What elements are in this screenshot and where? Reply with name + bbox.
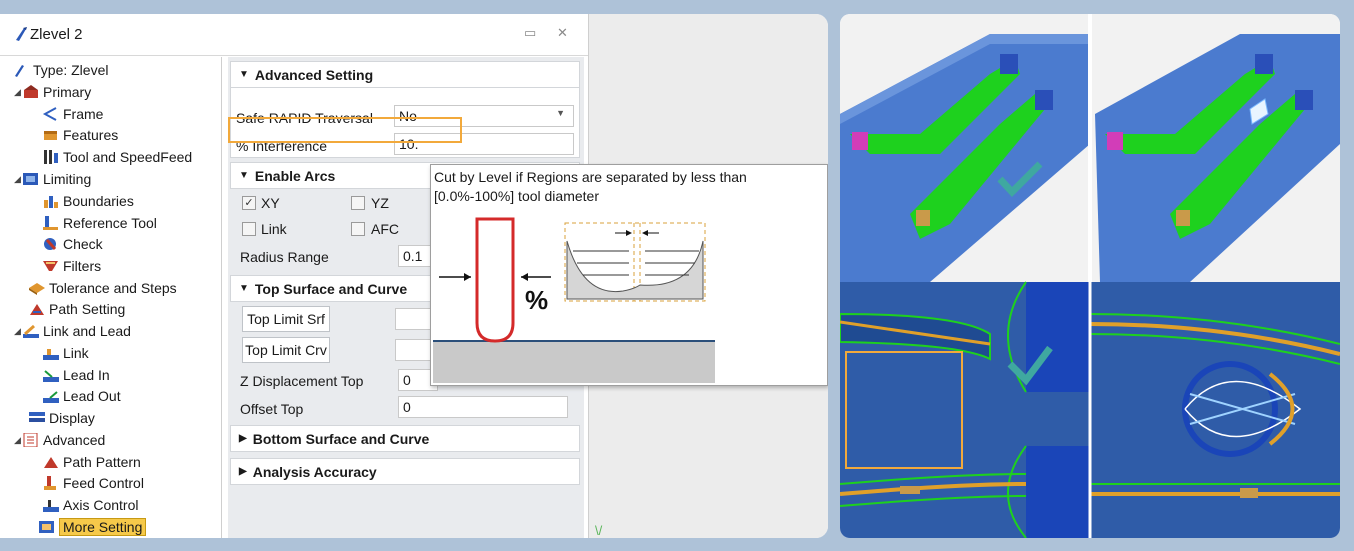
axis-indicator-icon: \/ [595,523,603,538]
collapse-icon: ▼ [239,170,249,181]
axis-control-icon [42,498,60,512]
xy-label: XY [261,195,280,211]
tree-item-axis-control[interactable]: Axis Control [42,494,138,515]
interference-label: % Interference [236,138,328,154]
yz-label: YZ [371,195,389,211]
tree-item-check[interactable]: Check [42,233,103,254]
link-lead-icon: ◢ [14,324,40,338]
interference-tooltip: Cut by Level if Regions are separated by… [430,164,828,386]
tolerance-icon [28,281,46,295]
feed-control-icon [42,475,60,490]
lead-out-icon [42,389,60,403]
expand-icon: ▶ [239,466,247,477]
tree-item-primary[interactable]: ◢ Primary [14,81,91,102]
tooltip-text: Cut by Level if Regions are separated by… [434,169,747,204]
tree-item-display[interactable]: Display [28,407,95,428]
tree-item-limiting[interactable]: ◢ Limiting [14,168,91,189]
boundaries-icon [42,194,60,208]
top-limit-crv-button[interactable]: Top Limit Crv [242,337,330,363]
link-checkbox[interactable] [242,222,256,236]
more-setting-icon [38,520,56,534]
tree-item-filters[interactable]: Filters [42,255,101,276]
tree-item-path-setting[interactable]: Path Setting [28,298,125,319]
zlevel-window: Zlevel 2 ▭ ✕ \/ Type: Zlevel ◢ Primary F… [0,14,828,538]
window-titlebar: Zlevel 2 ▭ ✕ [0,14,588,56]
safe-rapid-select[interactable]: No ▼ [394,105,574,127]
z-displacement-label: Z Displacement Top [240,373,364,389]
zlevel-icon [16,27,27,41]
afc-checkbox[interactable] [351,222,365,236]
link-label: Link [261,221,287,237]
window-title: Zlevel 2 [30,26,83,43]
tree-item-type[interactable]: Type: Zlevel [12,59,108,80]
toolpath-illustration [840,14,1340,538]
tree-item-feed-control[interactable]: Feed Control [42,472,144,493]
percent-symbol: % [525,285,548,315]
check-icon [42,237,60,251]
tree-item-lead-out[interactable]: Lead Out [42,385,121,406]
tree-item-features[interactable]: Features [42,124,118,145]
tree-item-tolerance-steps[interactable]: Tolerance and Steps [28,277,177,298]
advanced-setting-header[interactable]: ▼ Advanced Setting [230,61,580,88]
tree-item-lead-in[interactable]: Lead In [42,364,110,385]
path-setting-icon [28,302,46,316]
operation-tree: Type: Zlevel ◢ Primary Frame Features To… [0,57,222,538]
lead-in-icon [42,368,60,382]
interference-diagram: % [433,211,715,383]
bottom-surface-header[interactable]: ▶ Bottom Surface and Curve [230,425,580,452]
limiting-icon: ◢ [14,172,40,186]
close-icon[interactable]: ✕ [557,25,568,41]
tree-item-tool-speedfeed[interactable]: Tool and SpeedFeed [42,146,192,167]
radius-range-label: Radius Range [240,249,329,265]
tree-item-path-pattern[interactable]: Path Pattern [42,451,141,472]
analysis-accuracy-header[interactable]: ▶ Analysis Accuracy [230,458,580,485]
offset-top-label: Offset Top [240,401,304,417]
safe-rapid-label: Safe RAPID Traversal [236,110,373,126]
reference-tool-icon [42,215,60,230]
path-pattern-icon [42,455,60,469]
primary-icon: ◢ [14,84,40,99]
frame-icon [42,106,60,121]
tree-item-frame[interactable]: Frame [42,103,103,124]
top-limit-srf-field[interactable] [395,308,435,330]
afc-label: AFC [371,221,399,237]
tree-item-link[interactable]: Link [42,342,89,363]
filters-icon [42,259,60,273]
interference-input[interactable]: 10. [394,133,574,155]
features-icon [42,128,60,142]
pin-icon[interactable]: ▭ [524,25,536,41]
tree-item-advanced[interactable]: ◢ Advanced [14,429,105,450]
tree-item-more-setting[interactable]: More Setting [38,516,147,537]
tree-item-reference-tool[interactable]: Reference Tool [42,212,157,233]
tree-item-boundaries[interactable]: Boundaries [42,190,134,211]
display-icon [28,411,46,425]
tool-icon [42,149,60,164]
top-limit-crv-field[interactable] [395,339,435,361]
chevron-down-icon: ▼ [556,108,565,118]
top-limit-srf-button[interactable]: Top Limit Srf [242,306,330,332]
tree-item-link-lead[interactable]: ◢ Link and Lead [14,320,131,341]
collapse-icon: ▼ [239,283,249,294]
expand-icon: ▶ [239,433,247,444]
link-icon [42,346,60,360]
toolpath-comparison-images [840,14,1340,538]
zlevel-icon [12,63,30,77]
advanced-icon: ◢ [14,432,40,447]
xy-checkbox[interactable]: ✓ [242,196,256,210]
collapse-icon: ▼ [239,69,249,80]
yz-checkbox[interactable] [351,196,365,210]
offset-top-input[interactable]: 0 [398,396,568,418]
